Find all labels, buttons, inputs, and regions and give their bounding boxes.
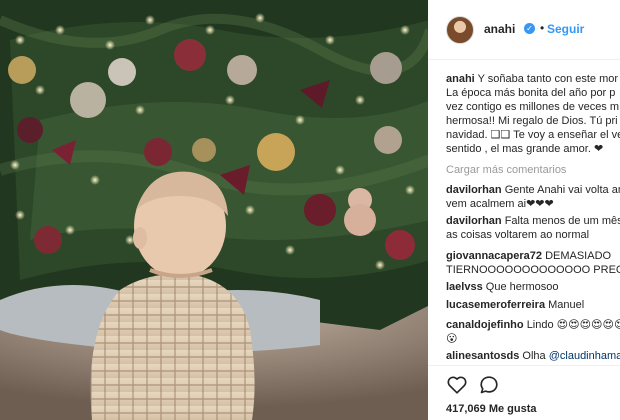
load-more-comments-link[interactable]: Cargar más comentarios xyxy=(446,164,566,176)
comment-text: Falta menos de um mês xyxy=(504,215,620,227)
likes-count[interactable]: 417,069 Me gusta xyxy=(446,403,537,415)
caption-line: navidad. ❑❑ Te voy a enseñar el ve xyxy=(446,129,620,141)
comment-item: davilorhan Falta menos de um mês as cois… xyxy=(446,214,620,242)
heart-icon[interactable] xyxy=(446,374,468,396)
comment-item: laelvss Que hermosoo xyxy=(446,280,620,294)
caption-line: La época más bonita del año por p xyxy=(446,87,616,99)
post-photo[interactable] xyxy=(0,0,428,420)
comment-text: 😮 xyxy=(446,333,458,345)
comment-text: Manuel xyxy=(548,299,585,311)
post-caption: anahi Y soñaba tanto con este mor La épo… xyxy=(446,72,620,156)
comment-text: vem acalmem ai❤❤❤ xyxy=(446,198,554,210)
verified-badge-icon: ✓ xyxy=(524,23,535,34)
caption-username[interactable]: anahi xyxy=(446,73,475,85)
separator-dot: • xyxy=(540,21,545,35)
comment-item: davilorhan Gente Anahi vai volta an vem … xyxy=(446,183,620,211)
comment-username[interactable]: davilorhan xyxy=(446,184,502,196)
comment-username[interactable]: canaldojefinho xyxy=(446,319,524,331)
comment-username[interactable]: giovannacapera72 xyxy=(446,250,542,262)
comment-text: TIERNOOOOOOOOOOOOO PRECI xyxy=(446,264,620,276)
post-author-username[interactable]: anahi xyxy=(484,22,515,36)
comment-text: Gente Anahi vai volta an xyxy=(504,184,620,196)
comment-item: canaldojefinho Lindo 😍😍😍😍😍😍 😮 xyxy=(446,318,620,346)
comment-icon[interactable] xyxy=(478,374,500,396)
comment-text: Que hermosoo xyxy=(485,281,559,293)
caption-line: sentido , el mas grande amor. ❤ xyxy=(446,143,604,155)
comment-username[interactable]: alinesantosds xyxy=(446,350,519,362)
avatar[interactable] xyxy=(446,16,474,44)
comment-text: Olha xyxy=(522,350,549,362)
photo-illustration xyxy=(0,0,428,420)
caption-line: Y soñaba tanto con este mor xyxy=(477,73,619,85)
comment-item: giovannacapera72 DEMASIADO TIERNOOOOOOOO… xyxy=(446,249,620,277)
comments-section[interactable]: anahi Y soñaba tanto con este mor La épo… xyxy=(428,60,620,365)
post-actions: 417,069 Me gusta xyxy=(428,365,620,420)
caption-line: vez contigo es millones de veces m xyxy=(446,101,620,113)
comment-mention-link[interactable]: @claudinhama xyxy=(549,350,620,362)
follow-button[interactable]: Seguir xyxy=(547,22,584,36)
comment-username[interactable]: lucasemeroferreira xyxy=(446,299,545,311)
comment-item: lucasemeroferreira Manuel xyxy=(446,298,620,312)
comment-username[interactable]: davilorhan xyxy=(446,215,502,227)
comment-text: DEMASIADO xyxy=(545,250,612,262)
post-header: anahi ✓ • Seguir xyxy=(428,0,620,60)
comment-username[interactable]: laelvss xyxy=(446,281,483,293)
comment-item: alinesantosds Olha @claudinhama xyxy=(446,349,620,363)
post-side-panel: anahi ✓ • Seguir anahi Y soñaba tanto co… xyxy=(428,0,620,420)
caption-line: hermosa!! Mi regalo de Dios. Tú pri xyxy=(446,115,618,127)
comment-text: as coisas voltarem ao normal xyxy=(446,229,590,241)
comment-text: Lindo 😍😍😍😍😍😍 xyxy=(526,319,620,331)
